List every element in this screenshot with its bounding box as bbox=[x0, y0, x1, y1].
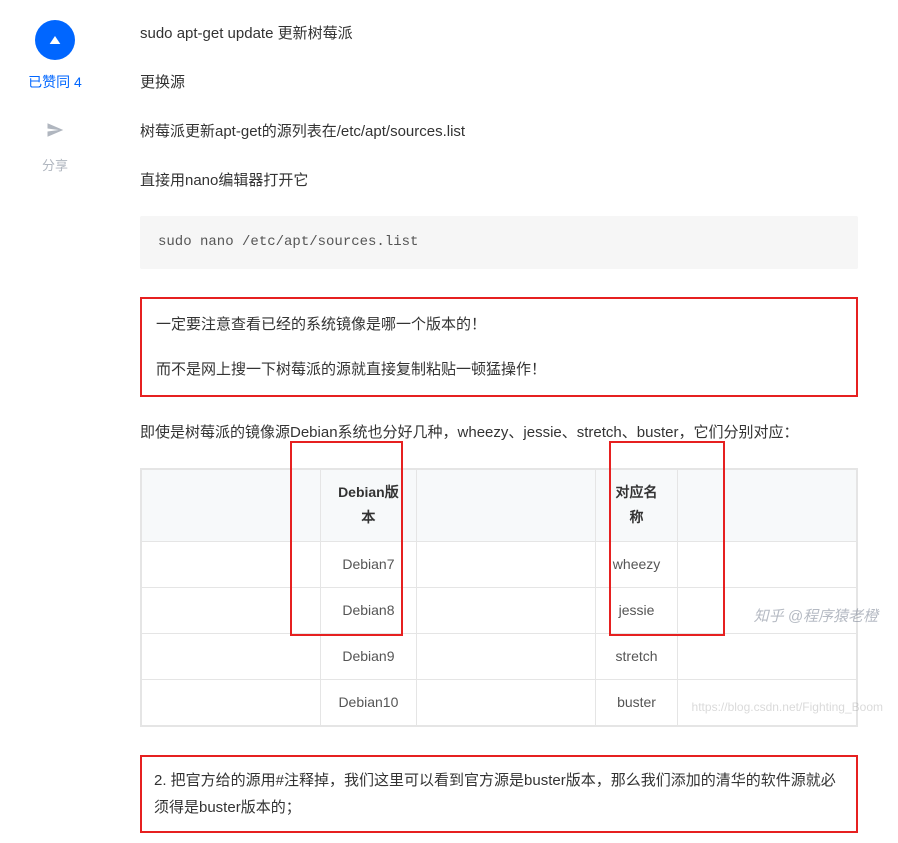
share-icon[interactable] bbox=[10, 121, 100, 148]
paragraph: sudo apt-get update 更新树莓派 bbox=[140, 20, 858, 47]
warning-line: 而不是网上搜一下树莓派的源就直接复制粘贴一顿猛操作！ bbox=[156, 356, 842, 383]
debian-table-wrap: Debian版本 对应名称 Debian7 wheezy bbox=[140, 468, 858, 727]
spacer-col bbox=[678, 470, 857, 541]
watermark-csdn: https://blog.csdn.net/Fighting_Boom bbox=[692, 697, 883, 719]
upvote-count: 已赞同 4 bbox=[10, 70, 100, 95]
spacer-col bbox=[142, 470, 321, 541]
watermark-zhihu: 知乎 @程序猿老橙 bbox=[754, 603, 878, 630]
debian-version-cell: Debian8 bbox=[320, 587, 416, 633]
upvote-button[interactable] bbox=[35, 20, 75, 60]
paragraph: 更换源 bbox=[140, 69, 858, 96]
debian-name-cell: stretch bbox=[595, 633, 677, 679]
warning-box: 一定要注意查看已经的系统镜像是哪一个版本的！ 而不是网上搜一下树莓派的源就直接复… bbox=[140, 297, 858, 397]
table-header-right: 对应名称 bbox=[595, 470, 677, 541]
spacer-cell bbox=[678, 541, 857, 587]
spacer-cell bbox=[142, 587, 321, 633]
debian-name-cell: buster bbox=[595, 680, 677, 726]
code-block: sudo nano /etc/apt/sources.list bbox=[140, 216, 858, 269]
triangle-up-icon bbox=[47, 32, 63, 48]
debian-name-cell: jessie bbox=[595, 587, 677, 633]
note-text: 2. 把官方给的源用#注释掉，我们这里可以看到官方源是buster版本，那么我们… bbox=[154, 772, 836, 816]
spacer-cell bbox=[417, 680, 596, 726]
spacer-cell bbox=[417, 633, 596, 679]
spacer-cell bbox=[678, 633, 857, 679]
table-header-row: Debian版本 对应名称 bbox=[142, 470, 857, 541]
spacer-cell bbox=[417, 541, 596, 587]
sidebar: 已赞同 4 分享 bbox=[10, 20, 100, 833]
paragraph: 直接用nano编辑器打开它 bbox=[140, 167, 858, 194]
note-box: 2. 把官方给的源用#注释掉，我们这里可以看到官方源是buster版本，那么我们… bbox=[140, 755, 858, 833]
spacer-cell bbox=[142, 680, 321, 726]
spacer-cell bbox=[417, 587, 596, 633]
table-row: Debian7 wheezy bbox=[142, 541, 857, 587]
upvote-number: 4 bbox=[74, 74, 82, 90]
paragraph: 即使是树莓派的镜像源Debian系统也分好几种，wheezy、jessie、st… bbox=[140, 419, 858, 446]
table-row: Debian9 stretch bbox=[142, 633, 857, 679]
debian-table: Debian版本 对应名称 Debian7 wheezy bbox=[141, 469, 857, 726]
paragraph: 树莓派更新apt-get的源列表在/etc/apt/sources.list bbox=[140, 118, 858, 145]
table-row: Debian8 jessie bbox=[142, 587, 857, 633]
code-text: sudo nano /etc/apt/sources.list bbox=[158, 234, 418, 250]
spacer-cell bbox=[142, 633, 321, 679]
debian-name-cell: wheezy bbox=[595, 541, 677, 587]
debian-version-cell: Debian9 bbox=[320, 633, 416, 679]
table-header-left: Debian版本 bbox=[320, 470, 416, 541]
debian-version-cell: Debian7 bbox=[320, 541, 416, 587]
share-label[interactable]: 分享 bbox=[10, 154, 100, 177]
warning-line: 一定要注意查看已经的系统镜像是哪一个版本的！ bbox=[156, 311, 842, 338]
upvote-prefix: 已赞同 bbox=[28, 74, 70, 90]
spacer-col bbox=[417, 470, 596, 541]
debian-version-cell: Debian10 bbox=[320, 680, 416, 726]
spacer-cell bbox=[142, 541, 321, 587]
